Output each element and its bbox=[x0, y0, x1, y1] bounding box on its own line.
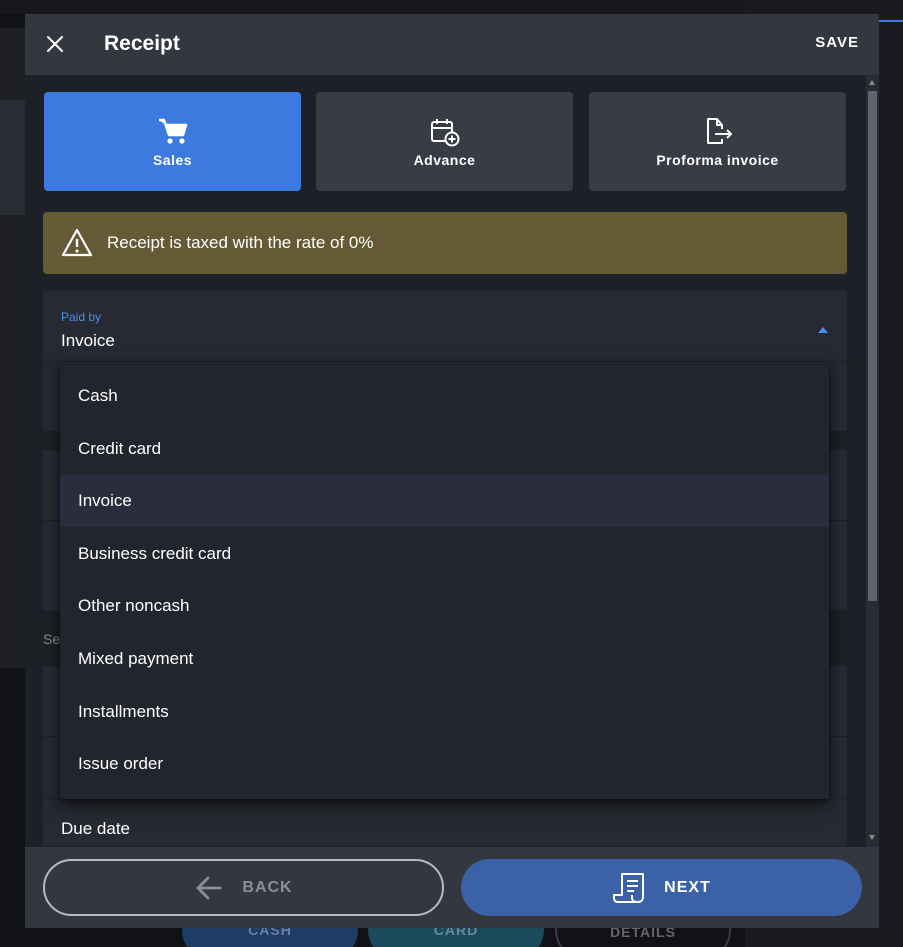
dialog-footer: BACK NEXT bbox=[25, 847, 879, 928]
calendar-plus-icon bbox=[430, 118, 459, 146]
arrow-left-icon bbox=[196, 876, 222, 899]
dialog-title: Receipt bbox=[104, 32, 180, 55]
save-button[interactable]: SAVE bbox=[815, 34, 859, 51]
cart-icon bbox=[158, 118, 187, 144]
type-tile-sales[interactable]: Sales bbox=[44, 92, 301, 191]
paid-by-dropdown-menu: Cash Credit card Invoice Business credit… bbox=[60, 362, 829, 799]
close-icon bbox=[47, 36, 63, 52]
paid-by-label: Paid by bbox=[61, 310, 102, 324]
dropdown-option-business-credit-card[interactable]: Business credit card bbox=[60, 528, 829, 580]
next-button-label: NEXT bbox=[664, 878, 711, 896]
dropdown-option-mixed-payment[interactable]: Mixed payment bbox=[60, 633, 829, 685]
receipt-icon bbox=[613, 872, 645, 903]
type-tile-advance[interactable]: Advance bbox=[316, 92, 573, 191]
next-button[interactable]: NEXT bbox=[461, 859, 862, 916]
background-left-card bbox=[0, 100, 25, 215]
type-tile-label: Advance bbox=[413, 151, 476, 168]
document-export-icon bbox=[706, 117, 732, 144]
due-date-field[interactable]: Due date bbox=[61, 819, 130, 839]
caret-up-icon[interactable] bbox=[818, 327, 828, 333]
paid-by-value: Invoice bbox=[61, 331, 115, 350]
dropdown-option-installments[interactable]: Installments bbox=[60, 686, 829, 738]
dropdown-option-issue-order[interactable]: Issue order bbox=[60, 738, 829, 790]
dropdown-option-credit-card[interactable]: Credit card bbox=[60, 423, 829, 475]
scroll-up-arrow-icon[interactable] bbox=[869, 80, 875, 85]
receipt-dialog: Receipt SAVE Sales Advance Proforma invo… bbox=[25, 14, 879, 928]
type-tile-label: Sales bbox=[152, 151, 193, 168]
dropdown-option-cash[interactable]: Cash bbox=[60, 370, 829, 422]
dialog-header: Receipt SAVE bbox=[25, 14, 879, 75]
back-button-label: BACK bbox=[242, 878, 293, 896]
warning-triangle-icon bbox=[61, 228, 93, 257]
scroll-down-arrow-icon[interactable] bbox=[869, 835, 875, 840]
type-tile-label: Proforma invoice bbox=[656, 151, 779, 168]
type-tile-proforma-invoice[interactable]: Proforma invoice bbox=[589, 92, 846, 191]
tax-warning-banner: Receipt is taxed with the rate of 0% bbox=[43, 212, 847, 274]
close-button[interactable] bbox=[41, 30, 69, 58]
scrollbar-thumb[interactable] bbox=[868, 91, 877, 601]
dropdown-option-invoice[interactable]: Invoice bbox=[60, 475, 829, 527]
warning-text: Receipt is taxed with the rate of 0% bbox=[107, 233, 374, 252]
back-button[interactable]: BACK bbox=[43, 859, 444, 916]
section-label: Se bbox=[43, 631, 61, 647]
dropdown-option-other-noncash[interactable]: Other noncash bbox=[60, 580, 829, 632]
